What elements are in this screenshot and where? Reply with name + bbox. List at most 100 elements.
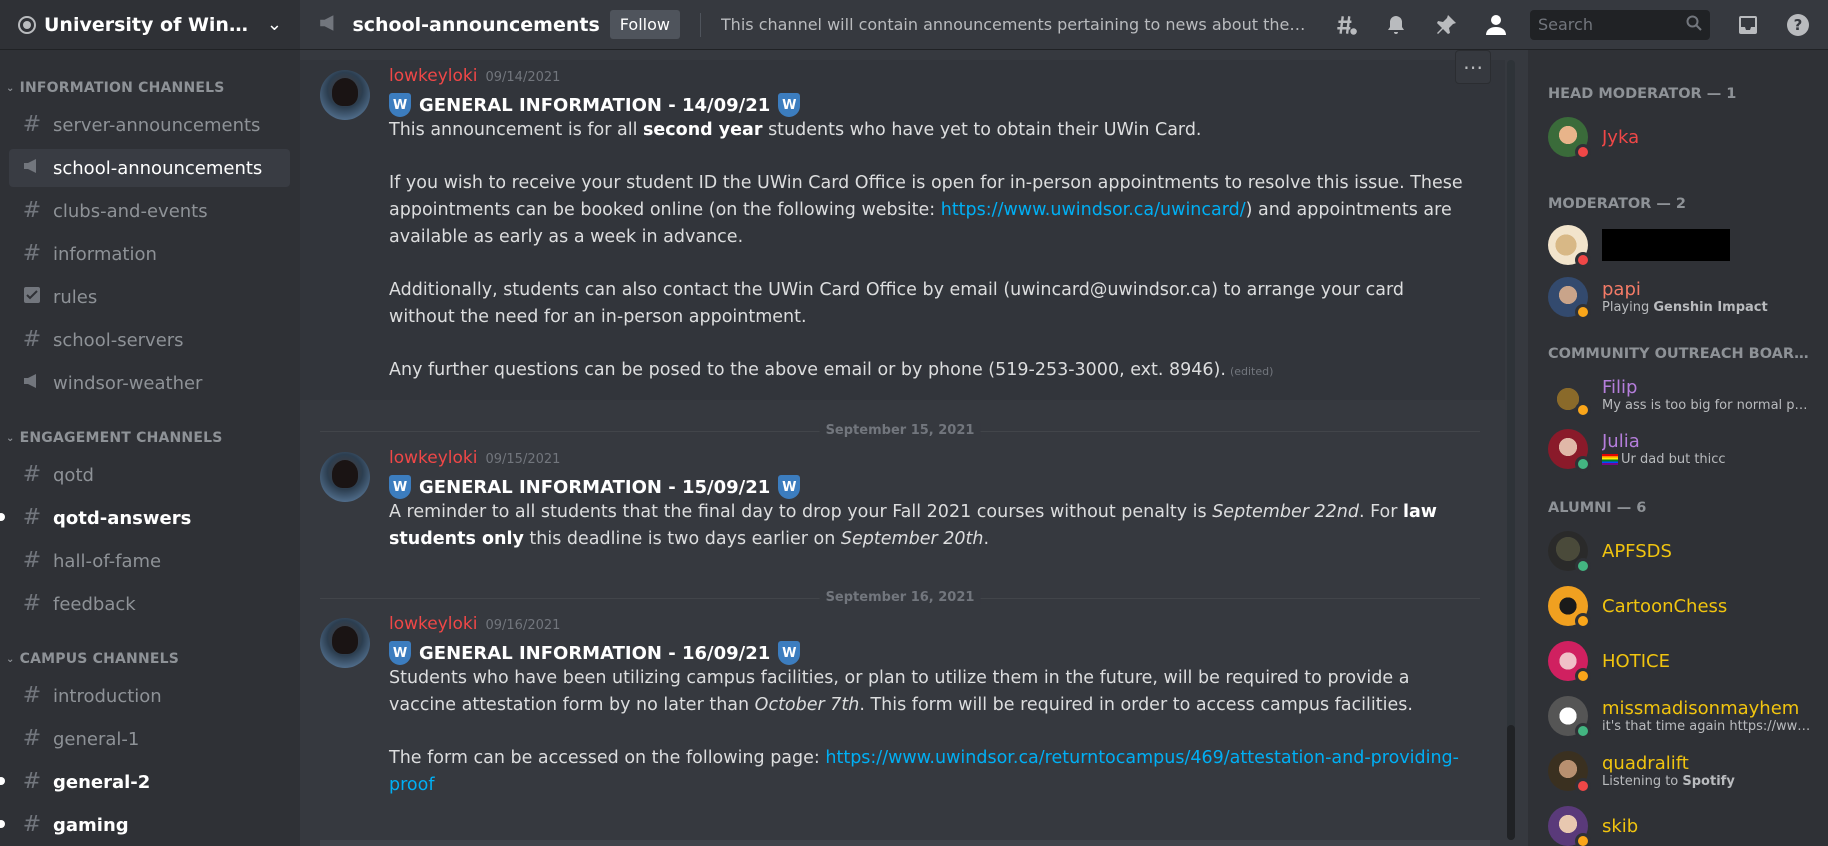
channel-title: school-announcements (352, 13, 600, 36)
member-name: Filip (1602, 377, 1638, 398)
follow-button[interactable]: Follow (609, 10, 680, 39)
avatar[interactable] (320, 452, 370, 502)
message-timestamp: 09/14/2021 (485, 70, 561, 85)
channel-introduction[interactable]: # introduction (9, 677, 290, 715)
message-text: A reminder to all students that the fina… (389, 502, 1437, 549)
channel-general-1[interactable]: # general-1 (9, 720, 290, 758)
channel-label: server-announcements (53, 114, 261, 136)
chevron-down-icon: ⌄ (6, 432, 15, 444)
channel-information[interactable]: # information (9, 235, 290, 273)
category-information[interactable]: ⌄ INFORMATION CHANNELS (0, 76, 300, 100)
channel-feedback[interactable]: # feedback (9, 585, 290, 623)
hash-icon: # (22, 769, 42, 794)
dnd-status-icon (1575, 144, 1591, 160)
inbox-icon[interactable] (1728, 5, 1768, 45)
message-author[interactable]: lowkeyloki (389, 66, 477, 86)
search-input[interactable] (1538, 15, 1686, 34)
member-item[interactable]: HOTICE (1548, 636, 1828, 686)
member-item[interactable]: skib (1548, 801, 1828, 846)
member-item[interactable]: papi Playing Genshin Impact (1548, 272, 1828, 322)
channel-clubs-and-events[interactable]: # clubs-and-events (9, 192, 290, 230)
search-box[interactable] (1530, 9, 1710, 40)
member-item[interactable]: Julia Ur dad but thicc (1548, 424, 1828, 474)
avatar (1548, 751, 1591, 794)
chevron-down-icon[interactable]: ⌄ (267, 14, 282, 35)
chevron-down-icon: ⌄ (6, 82, 15, 94)
scrollbar-track[interactable] (1507, 60, 1515, 840)
avatar (1548, 641, 1591, 684)
channel-header: school-announcements Follow This channel… (300, 0, 1828, 50)
member-name: CartoonChess (1602, 595, 1728, 617)
uwindsor-emoji-icon: W (389, 475, 411, 499)
message-text: If you wish to receive your student ID t… (389, 173, 1463, 247)
member-item[interactable]: missmadisonmayhem it's that time again ht… (1548, 691, 1828, 741)
member-item[interactable]: APFSDS (1548, 526, 1828, 576)
megaphone-icon (21, 372, 43, 394)
avatar[interactable] (320, 618, 370, 668)
channel-topic[interactable]: This channel will contain announcements … (721, 15, 1310, 34)
message-timestamp: 09/16/2021 (485, 618, 561, 633)
channel-windsor-weather[interactable]: windsor-weather (9, 364, 290, 402)
channel-qotd[interactable]: # qotd (9, 456, 290, 494)
member-activity: Playing Genshin Impact (1602, 300, 1768, 315)
channel-label: qotd-answers (53, 507, 192, 529)
unread-indicator (0, 820, 5, 828)
channel-general-2[interactable]: # general-2 (0, 763, 290, 801)
category-label: CAMPUS CHANNELS (19, 651, 180, 667)
channel-hall-of-fame[interactable]: # hall-of-fame (9, 542, 290, 580)
channel-label: hall-of-fame (53, 550, 162, 572)
idle-status-icon (1575, 304, 1591, 320)
uwindsor-emoji-icon: W (389, 93, 411, 117)
channel-gaming[interactable]: # gaming (0, 806, 290, 844)
uwincard-link[interactable]: https://www.uwindsor.ca/uwincard/ (941, 200, 1246, 220)
uwindsor-emoji-icon: W (778, 93, 801, 117)
avatar (1548, 586, 1591, 629)
help-icon[interactable]: ? (1778, 5, 1818, 45)
category-label: INFORMATION CHANNELS (19, 80, 225, 96)
member-item[interactable] (1548, 220, 1828, 270)
member-name: HOTICE (1602, 650, 1670, 672)
category-engagement[interactable]: ⌄ ENGAGEMENT CHANNELS (0, 426, 300, 450)
uwindsor-emoji-icon: W (778, 641, 801, 665)
message-author[interactable]: lowkeyloki (389, 448, 477, 468)
channel-school-servers[interactable]: # school-servers (9, 321, 290, 359)
online-status-icon (1575, 558, 1591, 574)
svg-text:?: ? (1794, 16, 1803, 34)
pin-icon[interactable] (1426, 5, 1466, 45)
threads-icon[interactable] (1326, 5, 1366, 45)
avatar[interactable] (320, 70, 370, 120)
member-item[interactable]: Jyka (1548, 112, 1828, 162)
hash-icon: # (22, 683, 42, 708)
channel-label: windsor-weather (53, 372, 203, 394)
members-icon[interactable] (1476, 5, 1516, 45)
date-divider: September 16, 2021 (320, 590, 1480, 605)
channel-label: school-servers (53, 329, 184, 351)
megaphone-icon (21, 157, 43, 179)
message-author[interactable]: lowkeyloki (389, 614, 477, 634)
bell-icon[interactable] (1376, 5, 1416, 45)
channel-school-announcements[interactable]: school-announcements (9, 149, 290, 187)
scrollbar-thumb[interactable] (1507, 725, 1515, 840)
avatar (1548, 117, 1591, 160)
server-header[interactable]: University of Windsor... ⌄ (0, 0, 300, 50)
member-list: HEAD MODERATOR — 1 Jyka MODERATOR — 2 pa… (1528, 50, 1828, 846)
member-name: skib (1602, 815, 1639, 837)
message-text: Additionally, students can also contact … (389, 280, 1404, 327)
channel-qotd-answers[interactable]: # qotd-answers (0, 499, 290, 537)
channel-label: gaming (53, 814, 129, 836)
avatar (1548, 806, 1591, 846)
avatar (1548, 429, 1591, 472)
uwindsor-emoji-icon: W (778, 475, 801, 499)
member-item[interactable]: Filip My ass is too big for normal pants (1548, 370, 1828, 420)
channel-server-announcements[interactable]: # server-announcements (9, 106, 290, 144)
category-campus[interactable]: ⌄ CAMPUS CHANNELS (0, 647, 300, 671)
member-item[interactable]: quadralift Listening to Spotify (1548, 746, 1828, 796)
hash-icon: # (22, 812, 42, 837)
rainbow-flag-icon (1602, 454, 1618, 465)
channel-rules[interactable]: rules (9, 278, 290, 316)
locked-hash-icon: # (22, 462, 42, 487)
member-item[interactable]: CartoonChess (1548, 581, 1828, 631)
idle-status-icon (1575, 668, 1591, 684)
header-toolbar: ? (1326, 5, 1828, 45)
message-text: Students who have been utilizing campus … (389, 668, 1413, 715)
